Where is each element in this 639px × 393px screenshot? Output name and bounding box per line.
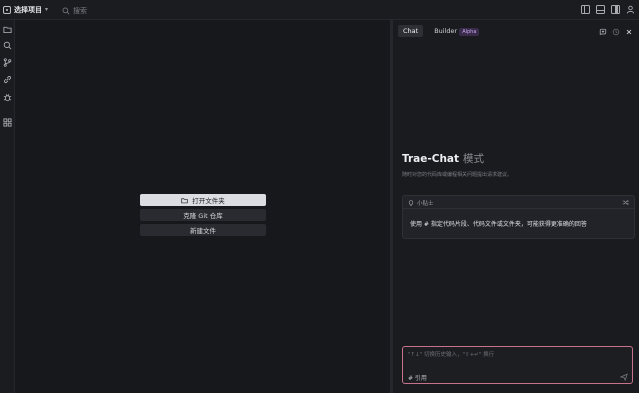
tip-card: 小贴士 使用 # 指定代码片段、代码文件或文件夹，可能获得更准确的回答: [402, 195, 635, 239]
toggle-sidebar-icon[interactable]: [581, 5, 590, 14]
new-file-button[interactable]: 新建文件: [140, 224, 266, 236]
toggle-panel-icon[interactable]: [596, 5, 605, 14]
chat-input-placeholder: "↑↓" 切换历史输入，"⇧+↵" 换行: [408, 352, 495, 358]
close-icon[interactable]: [625, 28, 633, 36]
activity-bar: [0, 20, 15, 393]
tab-chat[interactable]: Chat: [398, 24, 424, 37]
reference-button[interactable]: # 引用: [408, 373, 427, 382]
clone-git-button[interactable]: 克隆 Git 仓库: [140, 209, 266, 221]
tab-builder[interactable]: Builder Alpha: [429, 25, 484, 37]
open-folder-button[interactable]: 打开文件夹: [140, 194, 266, 206]
new-chat-icon[interactable]: [599, 28, 607, 36]
project-selector-label: 选择项目: [14, 6, 42, 14]
tip-header: 小贴士: [408, 198, 434, 207]
shuffle-icon[interactable]: [622, 199, 629, 206]
editor-area: 打开文件夹 克隆 Git 仓库 新建文件: [15, 20, 390, 393]
search-icon[interactable]: [2, 40, 12, 50]
search-label: 搜索: [73, 6, 87, 15]
link-icon[interactable]: [2, 74, 12, 84]
clone-git-label: 克隆 Git 仓库: [183, 212, 223, 220]
chat-subtitle: 随时对您的代码库或编程相关问题提出请求建议。: [402, 172, 513, 178]
chat-title: Trae-Chat 模式: [402, 151, 484, 166]
bug-icon[interactable]: [2, 92, 12, 102]
folder-icon: [181, 197, 188, 203]
tip-text: 使用 # 指定代码片段、代码文件或文件夹，可能获得更准确的回答: [410, 221, 587, 228]
search-bar[interactable]: 搜索: [62, 5, 87, 16]
chat-mode-label: 模式: [463, 153, 485, 165]
bulb-icon: [408, 199, 414, 206]
alpha-badge: Alpha: [459, 27, 480, 36]
history-icon[interactable]: [612, 28, 620, 36]
branch-icon[interactable]: [2, 57, 12, 67]
extensions-icon[interactable]: [2, 117, 12, 127]
title-bar: 选择项目 ▾ 搜索: [0, 0, 639, 20]
chat-panel: Chat Builder Alpha Trae-Chat 模式 随时对您的代码库或编…: [393, 20, 639, 393]
open-folder-label: 打开文件夹: [192, 197, 225, 205]
project-icon: [3, 6, 11, 14]
panel-tabs: Chat Builder Alpha: [398, 24, 484, 37]
tab-builder-label: Builder: [434, 26, 458, 35]
new-file-label: 新建文件: [190, 227, 216, 235]
chevron-down-icon: ▾: [45, 6, 49, 13]
tip-label: 小贴士: [417, 200, 434, 207]
tip-divider: [403, 208, 634, 209]
explorer-icon[interactable]: [2, 24, 12, 34]
chat-title-text: Trae-Chat: [402, 153, 460, 165]
search-icon: [62, 7, 70, 14]
account-icon[interactable]: [626, 5, 635, 14]
project-selector[interactable]: 选择项目 ▾: [3, 4, 51, 16]
toggle-aux-sidebar-icon[interactable]: [611, 5, 620, 14]
chat-input[interactable]: "↑↓" 切换历史输入，"⇧+↵" 换行 # 引用: [402, 346, 633, 384]
send-icon[interactable]: [620, 373, 628, 381]
